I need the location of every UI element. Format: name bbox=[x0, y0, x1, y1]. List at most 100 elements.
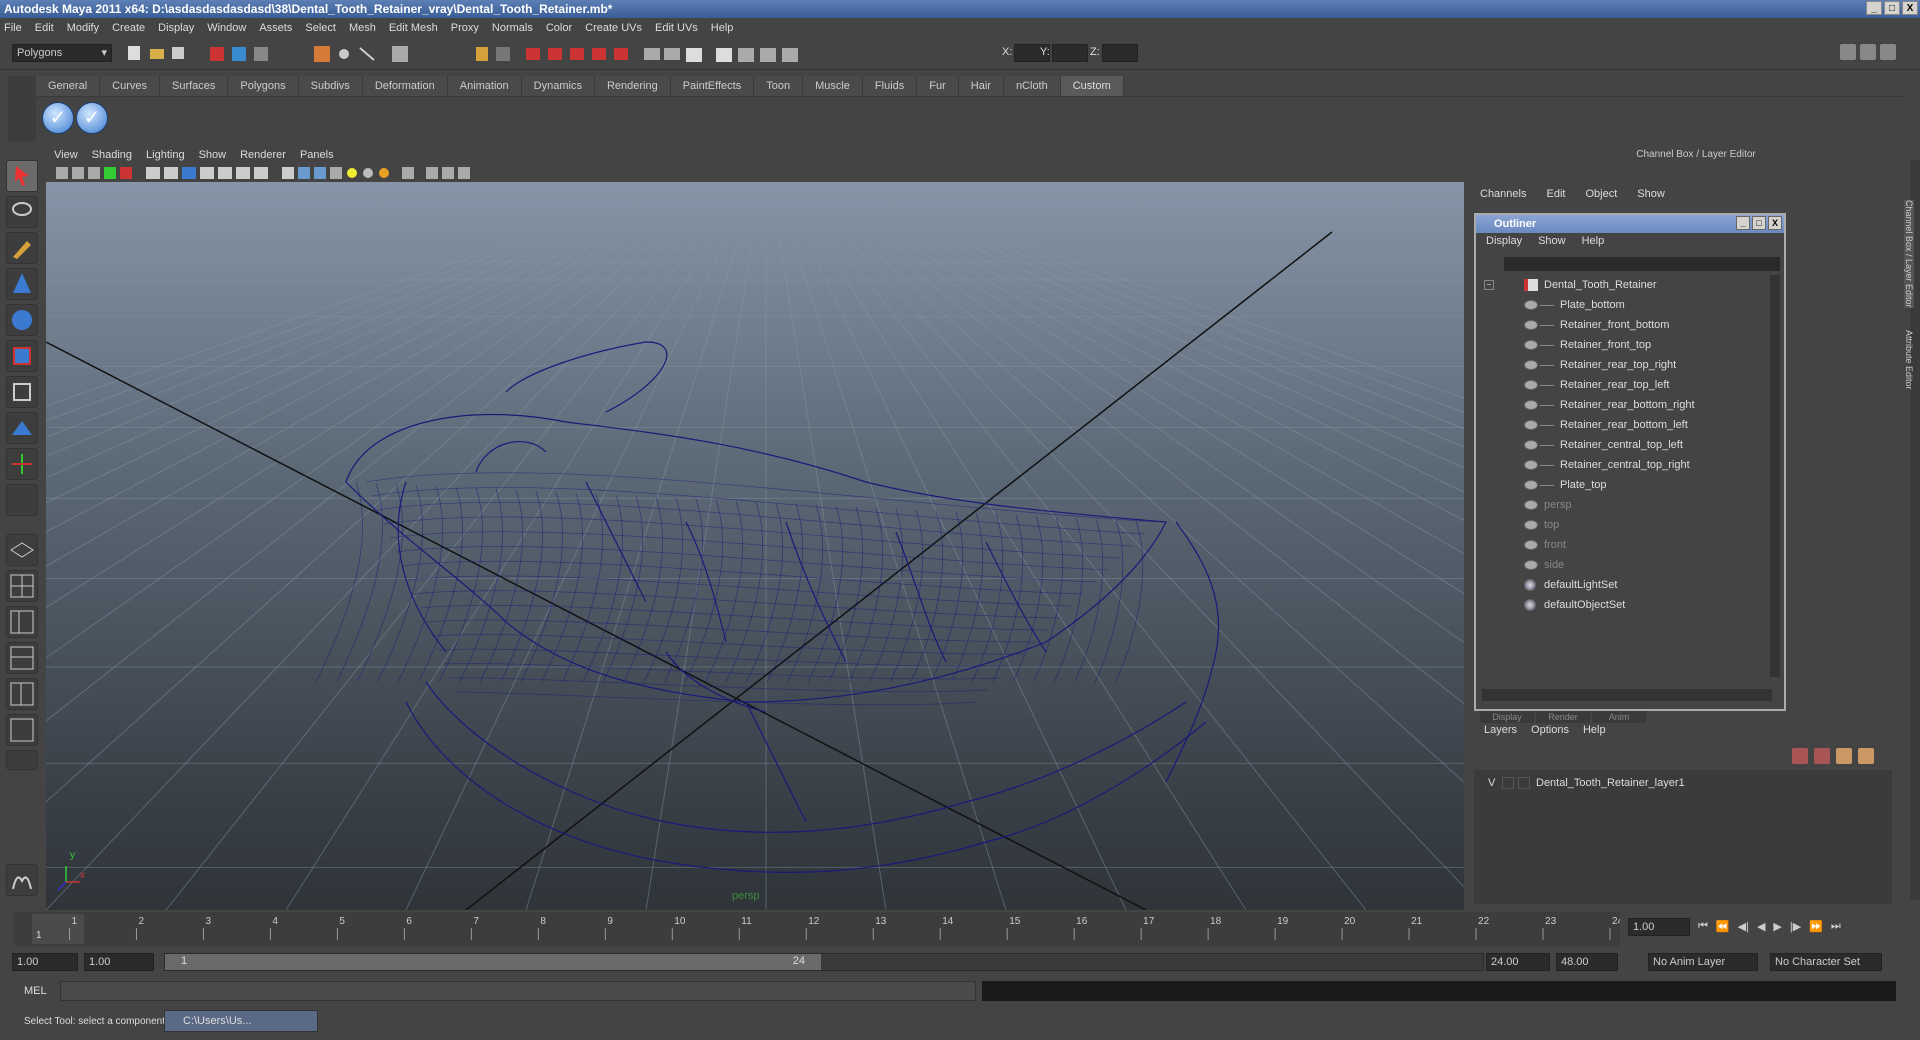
menu-help[interactable]: Help bbox=[711, 22, 734, 34]
layers-menu[interactable]: Layers bbox=[1484, 724, 1517, 736]
step-back-frame-icon[interactable]: ◀| bbox=[1738, 920, 1749, 933]
outliner-close-button[interactable]: X bbox=[1768, 216, 1782, 230]
taskbar-item[interactable]: C:\Users\Us... bbox=[164, 1010, 318, 1032]
lasso-tool[interactable] bbox=[6, 196, 38, 228]
move-up-icon[interactable] bbox=[1836, 748, 1852, 764]
shelf-tab-surfaces[interactable]: Surfaces bbox=[159, 76, 229, 96]
menu-modify[interactable]: Modify bbox=[67, 22, 99, 34]
layer-row[interactable]: V Dental_Tooth_Retainer_layer1 bbox=[1478, 774, 1886, 792]
shelf-tab-curves[interactable]: Curves bbox=[100, 76, 160, 96]
menu-edit-uvs[interactable]: Edit UVs bbox=[655, 22, 698, 34]
viewport-menu-view[interactable]: View bbox=[54, 149, 78, 161]
outliner-vertical-scrollbar[interactable] bbox=[1770, 275, 1780, 677]
time-slider[interactable]: 1234567891011121314151617181920212223241 bbox=[14, 912, 1624, 946]
outliner-menu-help[interactable]: Help bbox=[1582, 235, 1605, 247]
help-menu[interactable]: Help bbox=[1583, 724, 1606, 736]
layer-visibility-toggle[interactable]: V bbox=[1488, 774, 1495, 792]
tree-item-child[interactable]: Retainer_front_top bbox=[1480, 335, 1762, 355]
step-forward-frame-icon[interactable]: |▶ bbox=[1790, 920, 1801, 933]
tree-item-camera[interactable]: persp bbox=[1480, 495, 1762, 515]
anim-layer-select[interactable]: No Anim Layer bbox=[1648, 953, 1758, 971]
shelf-tab-rendering[interactable]: Rendering bbox=[594, 76, 671, 96]
step-forward-key-icon[interactable]: ⏩ bbox=[1809, 920, 1823, 933]
shelf-tab-ncloth[interactable]: nCloth bbox=[1003, 76, 1061, 96]
move-down-icon[interactable] bbox=[1858, 748, 1874, 764]
menu-create-uvs[interactable]: Create UVs bbox=[585, 22, 642, 34]
outliner-horizontal-scrollbar[interactable] bbox=[1482, 689, 1772, 701]
tree-item-child[interactable]: Retainer_central_top_left bbox=[1480, 435, 1762, 455]
select-tool[interactable] bbox=[6, 160, 38, 192]
edit-menu[interactable]: Edit bbox=[1546, 188, 1565, 200]
step-back-key-icon[interactable]: ⏪ bbox=[1716, 920, 1730, 933]
menu-file[interactable]: File bbox=[4, 22, 22, 34]
tree-item-child[interactable]: Plate_bottom bbox=[1480, 295, 1762, 315]
current-frame-field[interactable]: 1.00 bbox=[1628, 918, 1690, 936]
shelf-tab-dynamics[interactable]: Dynamics bbox=[521, 76, 595, 96]
tree-item-camera[interactable]: side bbox=[1480, 555, 1762, 575]
object-menu[interactable]: Object bbox=[1585, 188, 1617, 200]
panel-toggle-icon[interactable] bbox=[1860, 44, 1876, 60]
end-time-field[interactable]: 48.00 bbox=[1556, 953, 1618, 971]
layout-single-pane[interactable] bbox=[6, 534, 38, 566]
mode-select[interactable]: Polygons ▾ bbox=[12, 44, 112, 62]
menu-proxy[interactable]: Proxy bbox=[451, 22, 479, 34]
collapse-icon[interactable]: − bbox=[1484, 280, 1494, 290]
menu-normals[interactable]: Normals bbox=[492, 22, 533, 34]
menu-create[interactable]: Create bbox=[112, 22, 145, 34]
layout-outliner-persp[interactable] bbox=[6, 606, 38, 638]
show-manip-tool[interactable] bbox=[6, 448, 38, 480]
layer-tab-display[interactable]: Display bbox=[1480, 711, 1534, 723]
last-tool[interactable] bbox=[6, 484, 38, 516]
outliner-menu-display[interactable]: Display bbox=[1486, 235, 1522, 247]
outliner-minimize-button[interactable]: _ bbox=[1736, 216, 1750, 230]
playback-end-field[interactable]: 24.00 bbox=[1486, 953, 1550, 971]
viewport-menu-lighting[interactable]: Lighting bbox=[146, 149, 185, 161]
side-tab-channel-box[interactable]: Channel Box / Layer Editor bbox=[1904, 200, 1914, 308]
shelf-tab-subdivs[interactable]: Subdivs bbox=[298, 76, 363, 96]
menu-window[interactable]: Window bbox=[207, 22, 246, 34]
viewport-menu-shading[interactable]: Shading bbox=[92, 149, 132, 161]
go-to-start-icon[interactable]: ⏮ bbox=[1698, 920, 1708, 933]
shelf-menu-handle[interactable] bbox=[8, 76, 36, 142]
soft-mod-tool[interactable] bbox=[6, 412, 38, 444]
layout-menu[interactable] bbox=[6, 750, 38, 770]
shelf-tab-fluids[interactable]: Fluids bbox=[862, 76, 918, 96]
rotate-tool[interactable] bbox=[6, 304, 38, 336]
start-time-field[interactable]: 1.00 bbox=[12, 953, 78, 971]
new-layer-empty-icon[interactable] bbox=[1792, 748, 1808, 764]
viewport-menu-show[interactable]: Show bbox=[199, 149, 227, 161]
coord-y-field[interactable] bbox=[1052, 44, 1088, 62]
shelf-tab-hair[interactable]: Hair bbox=[958, 76, 1004, 96]
move-tool[interactable] bbox=[6, 268, 38, 300]
tree-item-child[interactable]: Retainer_central_top_right bbox=[1480, 455, 1762, 475]
manipulator-tool[interactable] bbox=[6, 376, 38, 408]
scene-view[interactable] bbox=[0, 182, 1920, 911]
side-tab-attribute-editor[interactable]: Attribute Editor bbox=[1904, 330, 1914, 390]
options-menu[interactable]: Options bbox=[1531, 724, 1569, 736]
shelf-tab-animation[interactable]: Animation bbox=[447, 76, 522, 96]
tree-item-root[interactable]: − Dental_Tooth_Retainer bbox=[1480, 275, 1762, 295]
layer-template-toggle[interactable] bbox=[1502, 777, 1514, 789]
layer-tab-render[interactable]: Render bbox=[1536, 711, 1590, 723]
shelf-tab-fur[interactable]: Fur bbox=[917, 76, 959, 96]
tree-item-child[interactable]: Retainer_rear_top_left bbox=[1480, 375, 1762, 395]
shelf-tab-muscle[interactable]: Muscle bbox=[803, 76, 863, 96]
viewport-menu-panels[interactable]: Panels bbox=[300, 149, 334, 161]
show-menu[interactable]: Show bbox=[1637, 188, 1665, 200]
menu-color[interactable]: Color bbox=[546, 22, 572, 34]
playback-start-field[interactable]: 1.00 bbox=[84, 953, 154, 971]
layout-persp-outliner[interactable] bbox=[6, 714, 38, 746]
shelf-tab-polygons[interactable]: Polygons bbox=[228, 76, 299, 96]
shelf-tab-painteffects[interactable]: PaintEffects bbox=[670, 76, 755, 96]
channels-menu[interactable]: Channels bbox=[1480, 188, 1526, 200]
layout-graph-persp[interactable] bbox=[6, 642, 38, 674]
tree-item-camera[interactable]: front bbox=[1480, 535, 1762, 555]
shelf-tab-general[interactable]: General bbox=[36, 76, 101, 96]
tree-item-set[interactable]: defaultLightSet bbox=[1480, 575, 1762, 595]
close-button[interactable]: X bbox=[1902, 1, 1918, 15]
layer-color-swatch[interactable] bbox=[1518, 777, 1530, 789]
tree-item-camera[interactable]: top bbox=[1480, 515, 1762, 535]
layout-hypershade-persp[interactable] bbox=[6, 678, 38, 710]
scale-tool[interactable] bbox=[6, 340, 38, 372]
range-handle[interactable]: 1 24 bbox=[165, 954, 821, 970]
